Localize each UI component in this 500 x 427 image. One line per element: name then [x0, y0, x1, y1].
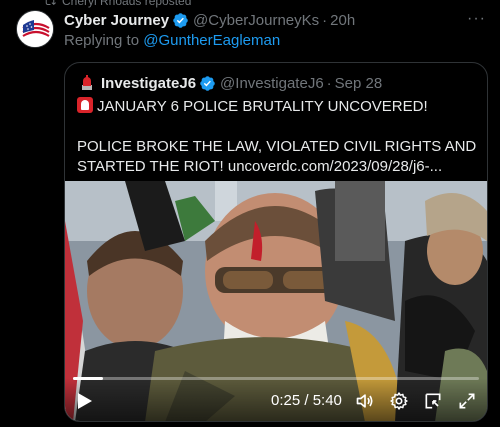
timestamp[interactable]: 20h — [330, 12, 355, 29]
repost-indicator: Cheryl Rhoads reposted — [44, 0, 191, 8]
siren-emoji-icon — [77, 97, 93, 113]
video-time-readout: 0:25 / 5:40 — [271, 392, 342, 409]
quote-header: InvestigateJ6 @InvestigateJ6 · Sep 28 — [77, 73, 382, 93]
replying-to-link[interactable]: @GuntherEagleman — [143, 32, 280, 49]
quote-line-2: POLICE BROKE THE LAW, VIOLATED CIVIL RIG… — [77, 138, 477, 175]
handle[interactable]: @CyberJourneyKs — [193, 12, 319, 29]
repost-icon — [45, 0, 56, 6]
quote-tweet-card[interactable]: InvestigateJ6 @InvestigateJ6 · Sep 28 JA… — [64, 62, 488, 422]
separator-dot: · — [326, 74, 332, 92]
verified-badge-icon[interactable] — [172, 12, 189, 29]
volume-icon[interactable] — [355, 391, 375, 411]
fullscreen-icon[interactable] — [457, 391, 477, 411]
quote-avatar[interactable] — [77, 73, 97, 93]
video-progress-fill — [73, 377, 104, 380]
gear-icon[interactable] — [389, 391, 409, 411]
replying-prefix: Replying to — [64, 32, 140, 49]
verified-badge-icon[interactable] — [199, 75, 216, 92]
repost-text[interactable]: Cheryl Rhoads reposted — [62, 0, 191, 8]
separator-dot: · — [322, 11, 328, 29]
avatar[interactable] — [16, 10, 54, 48]
replying-to: Replying to @GuntherEagleman — [64, 32, 280, 49]
flag-avatar-icon — [17, 11, 53, 47]
quote-timestamp[interactable]: Sep 28 — [335, 75, 383, 92]
display-name[interactable]: Cyber Journey — [64, 12, 169, 29]
picture-in-picture-icon[interactable] — [423, 391, 443, 411]
quote-line-1: JANUARY 6 POLICE BRUTALITY UNCOVERED! — [77, 97, 477, 117]
video-player[interactable]: 0:25 / 5:40 — [65, 181, 487, 421]
play-icon[interactable] — [77, 392, 93, 410]
more-options-button[interactable]: ··· — [467, 10, 486, 28]
tweet-header: Cyber Journey @CyberJourneyKs · 20h ··· — [64, 10, 488, 30]
quote-handle[interactable]: @InvestigateJ6 — [220, 75, 324, 92]
quote-display-name[interactable]: InvestigateJ6 — [101, 75, 196, 92]
video-progress-bar[interactable] — [73, 377, 479, 380]
siren-logo-icon — [82, 75, 92, 90]
quote-headline: JANUARY 6 POLICE BRUTALITY UNCOVERED! — [97, 98, 428, 115]
